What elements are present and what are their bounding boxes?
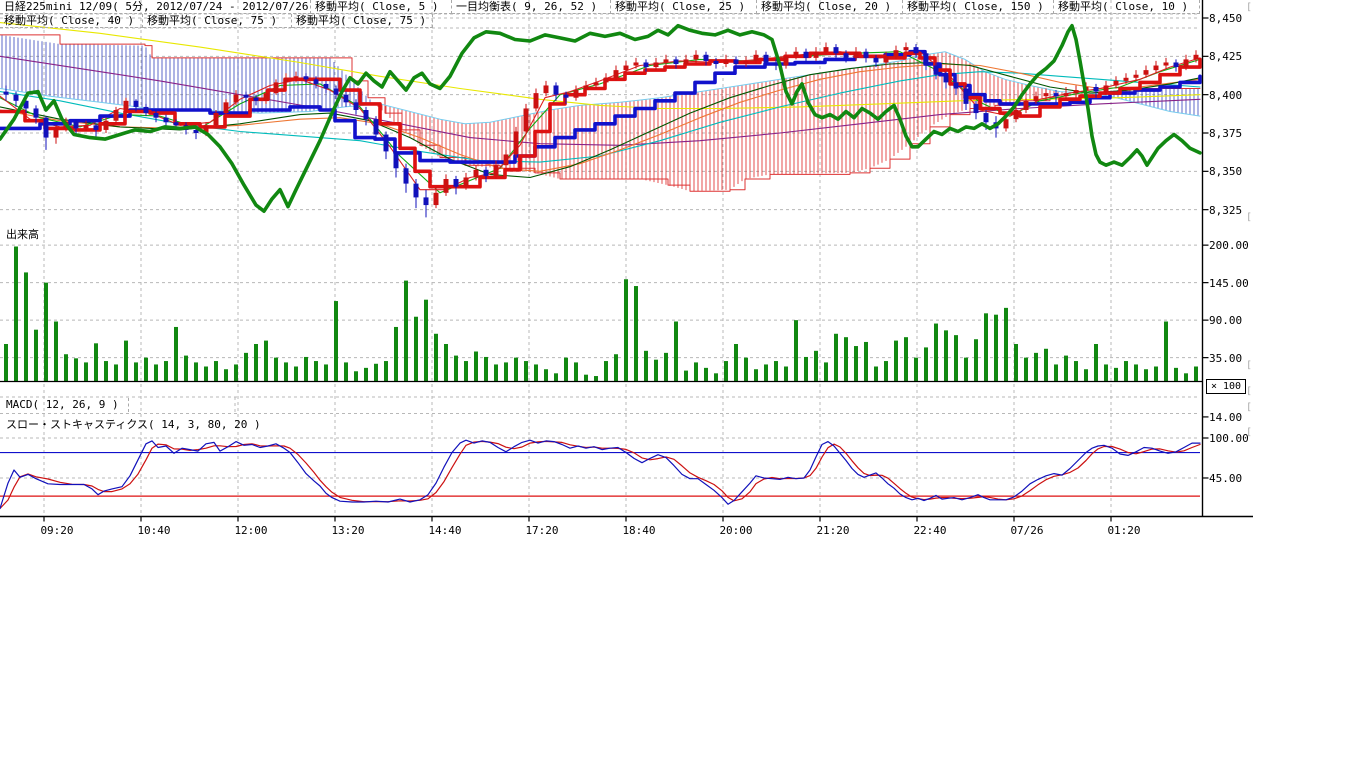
panel-handle-icon: [: [1246, 360, 1252, 371]
panel-handle-icon: [: [1246, 402, 1252, 413]
y-axis-label: 100.00: [1209, 432, 1249, 445]
x-axis-label: 12:00: [229, 524, 273, 537]
legend-item: 移動平均( Close, 150 ): [903, 0, 1054, 14]
x-axis-label: 18:40: [617, 524, 661, 537]
x-axis-label: 13:20: [326, 524, 370, 537]
x-axis-label: 14:40: [423, 524, 467, 537]
legend-item: 移動平均( Close, 75 ): [143, 14, 292, 28]
x-axis-label: 20:00: [714, 524, 758, 537]
legend-item: 移動平均( Close, 5 ): [311, 0, 452, 14]
volume-panel-label: 出来高: [6, 228, 39, 242]
y-axis-label: 8,350: [1209, 165, 1242, 178]
x-axis-label: 17:20: [520, 524, 564, 537]
x-axis-label: 07/26: [1005, 524, 1049, 537]
y-axis-label: 35.00: [1209, 352, 1242, 365]
stochastic-panel-label: スロー・ストキャスティクス( 14, 3, 80, 20 ): [6, 418, 261, 432]
y-axis-label: 8,450: [1209, 12, 1242, 25]
legend-item: 移動平均( Close, 75 ): [292, 14, 433, 28]
legend-item: 移動平均( Close, 40 ): [0, 14, 143, 28]
legend-item: 移動平均( Close, 10 ): [1054, 0, 1200, 14]
y-axis-label: 145.00: [1209, 277, 1249, 290]
x-axis-label: 21:20: [811, 524, 855, 537]
y-axis-label: 14.00: [1209, 411, 1242, 424]
macd-panel-label: MACD( 12, 26, 9 ): [6, 398, 129, 412]
y-axis-label: 8,325: [1209, 204, 1242, 217]
x-axis-label: 01:20: [1102, 524, 1146, 537]
x-axis-label: 09:20: [35, 524, 79, 537]
y-axis-label: 8,375: [1209, 127, 1242, 140]
panel-handle-icon: [: [1246, 386, 1252, 397]
chart-window: 日経225mini 12/09( 5分, 2012/07/24 - 2012/0…: [0, 0, 1366, 768]
y-axis-label: 200.00: [1209, 239, 1249, 252]
panel-handle-icon: [: [1246, 212, 1252, 223]
y-axis-label: 8,400: [1209, 89, 1242, 102]
y-axis-label: 8,425: [1209, 50, 1242, 63]
legend-item: 日経225mini 12/09( 5分, 2012/07/24 - 2012/0…: [0, 0, 311, 14]
x-axis-label: 10:40: [132, 524, 176, 537]
chart-legend-row-1: 日経225mini 12/09( 5分, 2012/07/24 - 2012/0…: [0, 0, 1200, 14]
panel-handle-icon: [: [1246, 427, 1252, 438]
price-chart-plot[interactable]: [0, 0, 1366, 768]
y-axis-label: 45.00: [1209, 472, 1242, 485]
x-axis-label: 22:40: [908, 524, 952, 537]
panel-handle-icon: [: [1246, 2, 1252, 13]
y-axis-label: 90.00: [1209, 314, 1242, 327]
chart-legend-row-2: 移動平均( Close, 40 )移動平均( Close, 75 )移動平均( …: [0, 14, 433, 28]
legend-item: 移動平均( Close, 25 ): [611, 0, 757, 14]
legend-item: 一目均衡表( 9, 26, 52 ): [452, 0, 611, 14]
legend-item: 移動平均( Close, 20 ): [757, 0, 903, 14]
volume-multiplier-badge: × 100: [1206, 379, 1246, 394]
